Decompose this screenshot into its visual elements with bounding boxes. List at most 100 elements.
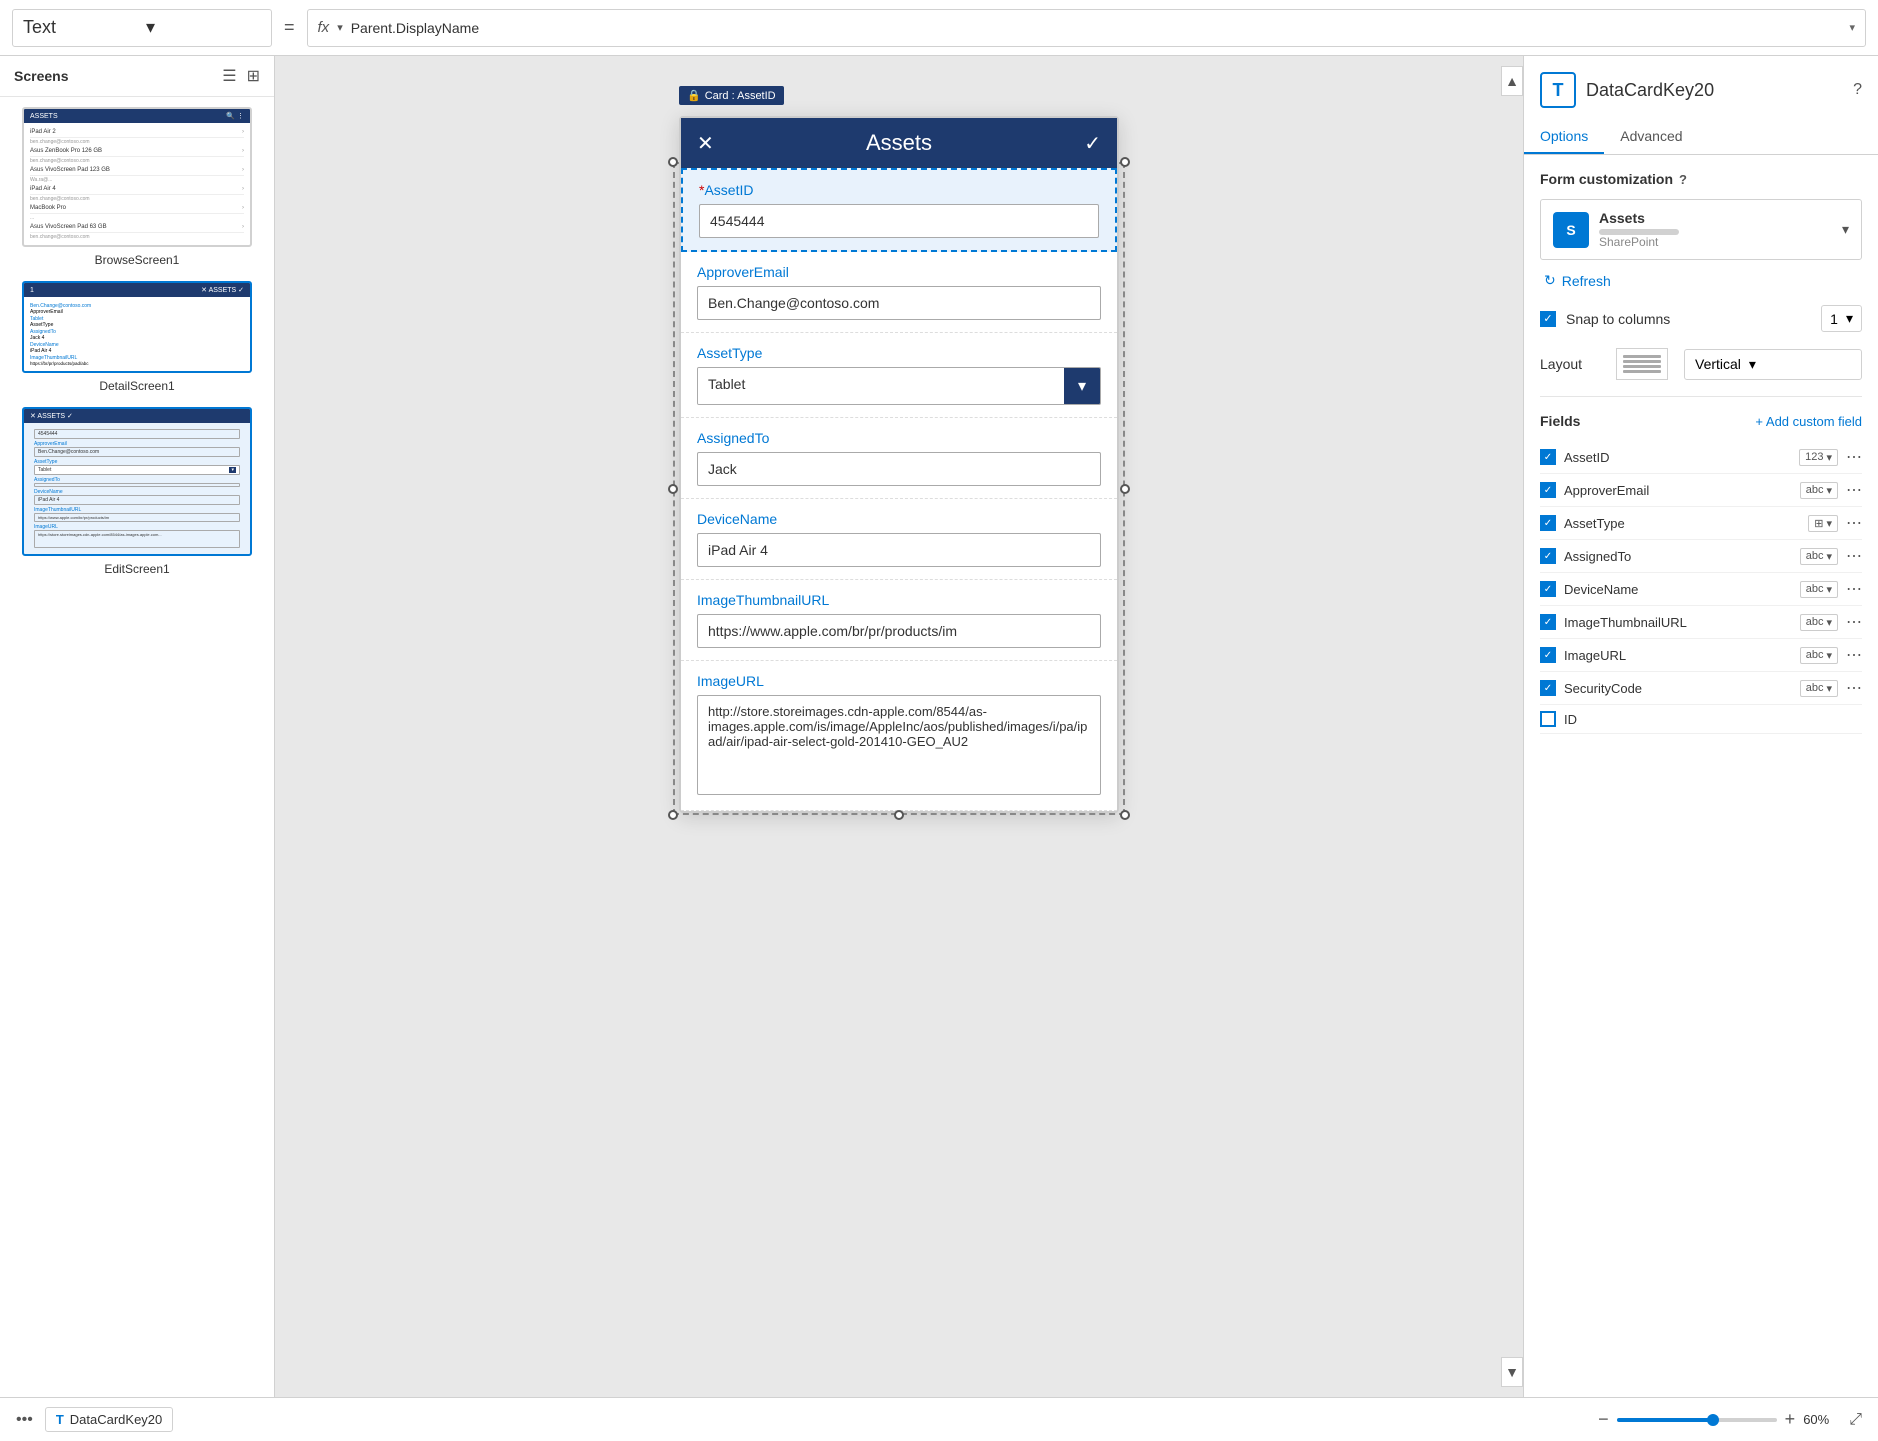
edit-thumb-field: ImageURL https://store.storeimages.cdn-a… <box>34 524 240 548</box>
devicename-label: DeviceName <box>697 511 1101 527</box>
devicename-input[interactable] <box>697 533 1101 567</box>
sidebar-title: Screens <box>14 68 68 84</box>
thumb-sub: Wa.ra@... <box>30 176 244 184</box>
imageurl-type-badge[interactable]: abc ▾ <box>1800 647 1838 664</box>
imagethumbnailurl-type-badge[interactable]: abc ▾ <box>1800 614 1838 631</box>
formula-bar[interactable]: fx ▾ Parent.DisplayName ▾ <box>307 9 1866 47</box>
field-row-assetid: AssetID 123 ▾ ⋯ <box>1540 441 1862 474</box>
handle-bc[interactable] <box>894 810 904 820</box>
layout-select[interactable]: Vertical ▾ <box>1684 349 1862 380</box>
scroll-down-arrow[interactable]: ▼ <box>1501 1357 1523 1387</box>
assetid-more-icon[interactable]: ⋯ <box>1846 447 1862 467</box>
securitycode-type-badge[interactable]: abc ▾ <box>1800 680 1838 697</box>
phone-body: *AssetID ApproverEmail AssetType Tablet <box>681 168 1117 811</box>
tab-advanced[interactable]: Advanced <box>1604 120 1698 154</box>
assettype-more-icon[interactable]: ⋯ <box>1846 513 1862 533</box>
assetid-checkbox[interactable] <box>1540 449 1556 465</box>
close-button[interactable]: ✕ <box>697 131 714 156</box>
assetid-type-badge[interactable]: 123 ▾ <box>1799 449 1838 466</box>
list-icon[interactable]: ☰ <box>222 66 236 86</box>
devicename-more-icon[interactable]: ⋯ <box>1846 579 1862 599</box>
imageurl-textarea[interactable]: http://store.storeimages.cdn-apple.com/8… <box>697 695 1101 795</box>
field-row-imageurl: ImageURL abc ▾ ⋯ <box>1540 639 1862 672</box>
approveremail-input[interactable] <box>697 286 1101 320</box>
imagethumbnailurl-more-icon[interactable]: ⋯ <box>1846 612 1862 632</box>
source-row: S Assets SharePoint ▾ <box>1540 199 1862 260</box>
assetid-input[interactable] <box>699 204 1099 238</box>
lock-icon: 🔒 <box>687 89 701 102</box>
source-collapse-icon[interactable]: ▾ <box>1842 221 1849 238</box>
handle-bl[interactable] <box>668 810 678 820</box>
more-options-button[interactable]: ••• <box>16 1411 33 1429</box>
detail-field: AssetType <box>30 322 244 328</box>
fields-header: Fields + Add custom field <box>1540 413 1862 429</box>
zoom-plus-button[interactable]: + <box>1785 1409 1796 1430</box>
handle-tl[interactable] <box>668 157 678 167</box>
bottom-card-label: T DataCardKey20 <box>45 1407 173 1432</box>
handle-ml[interactable] <box>668 484 678 494</box>
form-help-icon[interactable]: ? <box>1679 172 1687 187</box>
screen-item-edit: ✕ ASSETS ✓ 4545444 ApproverEmail Ben.Cha… <box>10 407 264 576</box>
field-row-approveremail: ApproverEmail abc ▾ ⋯ <box>1540 474 1862 507</box>
tab-options[interactable]: Options <box>1524 120 1604 154</box>
zoom-slider[interactable] <box>1617 1418 1777 1422</box>
assignedto-more-icon[interactable]: ⋯ <box>1846 546 1862 566</box>
imageurl-more-icon[interactable]: ⋯ <box>1846 645 1862 665</box>
assetid-type-chevron: ▾ <box>1826 451 1832 464</box>
imagethumbnailurl-input[interactable] <box>697 614 1101 648</box>
layout-line <box>1623 370 1661 373</box>
phone-container: 🔒 Card : AssetID ✕ <box>679 116 1119 813</box>
approveremail-checkbox[interactable] <box>1540 482 1556 498</box>
field-row-imagethumbnailurl: ImageThumbnailURL abc ▾ ⋯ <box>1540 606 1862 639</box>
browse-thumb-header: ASSETS 🔍 ⋮ <box>24 109 250 123</box>
id-checkbox[interactable] <box>1540 711 1556 727</box>
devicename-checkbox[interactable] <box>1540 581 1556 597</box>
columns-select[interactable]: 1 ▾ <box>1821 305 1862 332</box>
devicename-type-badge[interactable]: abc ▾ <box>1800 581 1838 598</box>
control-type-chevron: ▾ <box>146 17 261 38</box>
panel-section-form: Form customization ? S Assets SharePoint… <box>1524 155 1878 750</box>
help-icon[interactable]: ? <box>1853 81 1862 99</box>
assettype-field: AssetType Tablet ▾ <box>681 333 1117 418</box>
snap-row: Snap to columns 1 ▾ <box>1540 305 1862 332</box>
assettype-type-badge[interactable]: ⊞ ▾ <box>1808 515 1838 532</box>
edit-screen-thumb[interactable]: ✕ ASSETS ✓ 4545444 ApproverEmail Ben.Cha… <box>22 407 252 556</box>
zoom-slider-thumb[interactable] <box>1707 1414 1719 1426</box>
check-button[interactable]: ✓ <box>1084 131 1101 156</box>
refresh-button[interactable]: ↻ Refresh <box>1540 272 1862 289</box>
assettype-select[interactable]: Tablet ▾ <box>697 367 1101 405</box>
scroll-up-arrow[interactable]: ▲ <box>1501 66 1523 96</box>
source-icon: S <box>1553 212 1589 248</box>
approveremail-more-icon[interactable]: ⋯ <box>1846 480 1862 500</box>
handle-tr[interactable] <box>1120 157 1130 167</box>
screen-item-detail: 1 ✕ ASSETS ✓ Ben.Change@contoso.com Appr… <box>10 281 264 393</box>
assignedto-type-badge[interactable]: abc ▾ <box>1800 548 1838 565</box>
add-custom-field-button[interactable]: + Add custom field <box>1755 414 1862 429</box>
handle-mr[interactable] <box>1120 484 1130 494</box>
assignedto-checkbox[interactable] <box>1540 548 1556 564</box>
snap-checkbox[interactable] <box>1540 311 1556 327</box>
assetid-field-name: AssetID <box>1564 450 1791 465</box>
imagethumbnailurl-checkbox[interactable] <box>1540 614 1556 630</box>
imageurl-type-chevron: ▾ <box>1826 649 1832 662</box>
assignedto-input[interactable] <box>697 452 1101 486</box>
browse-screen-thumb[interactable]: ASSETS 🔍 ⋮ iPad Air 2› ben.change@contos… <box>22 107 252 247</box>
screens-list: ASSETS 🔍 ⋮ iPad Air 2› ben.change@contos… <box>0 97 274 1397</box>
assignedto-field-name: AssignedTo <box>1564 549 1792 564</box>
assettype-checkbox[interactable] <box>1540 515 1556 531</box>
approveremail-type-badge[interactable]: abc ▾ <box>1800 482 1838 499</box>
expand-icon[interactable]: ⤢ <box>1849 1411 1862 1429</box>
securitycode-more-icon[interactable]: ⋯ <box>1846 678 1862 698</box>
zoom-minus-button[interactable]: − <box>1598 1409 1609 1430</box>
main-content: Screens ☰ ⊞ ASSETS 🔍 ⋮ iPad Air 2› ben.c… <box>0 56 1878 1397</box>
grid-icon[interactable]: ⊞ <box>247 66 260 86</box>
handle-br[interactable] <box>1120 810 1130 820</box>
securitycode-checkbox[interactable] <box>1540 680 1556 696</box>
assettype-dropdown-btn[interactable]: ▾ <box>1064 368 1100 404</box>
control-type-dropdown[interactable]: Text ▾ <box>12 9 272 47</box>
imageurl-checkbox[interactable] <box>1540 647 1556 663</box>
bottom-bar: ••• T DataCardKey20 − + 60% ⤢ <box>0 1397 1878 1441</box>
panel-tabs: Options Advanced <box>1524 120 1878 155</box>
field-row-id: ID <box>1540 705 1862 734</box>
detail-screen-thumb[interactable]: 1 ✕ ASSETS ✓ Ben.Change@contoso.com Appr… <box>22 281 252 373</box>
